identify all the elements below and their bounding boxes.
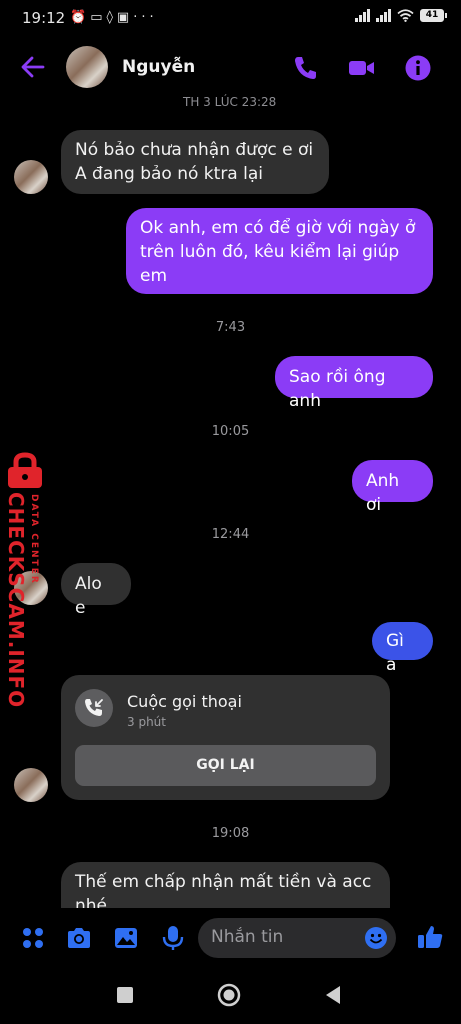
microphone-icon[interactable] [159,924,187,952]
sender-avatar[interactable] [14,768,48,802]
video-call-icon[interactable] [347,54,375,82]
status-icons: ⏰▭◊▣··· [70,10,158,25]
timestamp: 19:08 [211,826,250,841]
partial-date-label: TH 3 LÚC 23:28 [183,95,277,109]
message-outgoing[interactable]: Anh ơi [352,460,433,515]
phone-call-icon[interactable] [292,54,320,82]
message-outgoing[interactable]: Ok anh, em có để giờ với ngày ở trên luô… [126,208,433,294]
back-nav-icon[interactable] [323,985,343,1005]
watermark-brand: CHECKSCAM.INFO [4,492,28,709]
message-outgoing[interactable]: Sao rồi ông anh [275,356,433,411]
battery-icon: 41 [420,9,447,22]
system-nav-bar [0,968,461,1024]
wifi-icon [397,9,414,22]
home-icon[interactable] [217,983,241,1007]
apps-grid-icon[interactable] [19,924,47,952]
watermark-tag: DATA CENTER [29,494,39,585]
timestamp: 7:43 [215,320,246,335]
lock-icon [8,452,42,488]
contact-name[interactable]: Nguyễn [122,57,195,77]
call-duration: 3 phút [127,715,166,729]
message-input-placeholder: Nhắn tin [211,927,284,947]
timestamp: 12:44 [211,527,250,542]
watermark: CHECKSCAM.INFO DATA CENTER [2,452,48,708]
composer-bar: Nhắn tin [0,908,461,968]
recents-icon[interactable] [116,986,134,1004]
more-dots-icon: ··· [133,10,158,25]
call-card: Cuộc gọi thoại 3 phút GỌI LẠI [61,675,390,800]
signal-2-icon [376,9,391,22]
status-right: 41 [355,9,447,22]
app-icon: ◊ [106,10,117,25]
timestamp: 10:05 [211,424,250,439]
signal-icon [355,9,370,22]
info-icon[interactable] [404,54,432,82]
contact-avatar[interactable] [66,46,108,88]
back-arrow-icon[interactable] [20,54,46,80]
message-incoming[interactable]: Nó bảo chưa nhận được e ơi A đang bảo nó… [61,130,329,194]
message-input[interactable]: Nhắn tin [198,918,396,958]
call-back-button[interactable]: GỌI LẠI [75,745,376,786]
gallery-icon[interactable] [112,924,140,952]
alarm-icon: ⏰ [70,10,91,25]
message-incoming[interactable]: Alo e [61,563,131,618]
battery-level: 41 [425,10,439,20]
thumbs-up-icon[interactable] [416,923,444,951]
chat-header: Nguyễn [0,40,461,96]
status-time: 19:12 [22,9,66,27]
status-bar: 19:12 ⏰▭◊▣··· 41 [0,0,461,40]
shop-icon: ▣ [116,10,134,25]
message-clip: Thế em chấp nhận mất tiền và acc nhé [61,862,390,908]
message-incoming[interactable]: Thế em chấp nhận mất tiền và acc nhé [61,862,390,908]
screen-icon: ▭ [90,10,107,25]
missed-call-icon [75,689,113,727]
call-title: Cuộc gọi thoại [127,692,242,711]
message-outgoing[interactable]: Gì a [372,622,433,675]
emoji-icon[interactable] [364,926,388,950]
sender-avatar[interactable] [14,160,48,194]
camera-icon[interactable] [65,924,93,952]
